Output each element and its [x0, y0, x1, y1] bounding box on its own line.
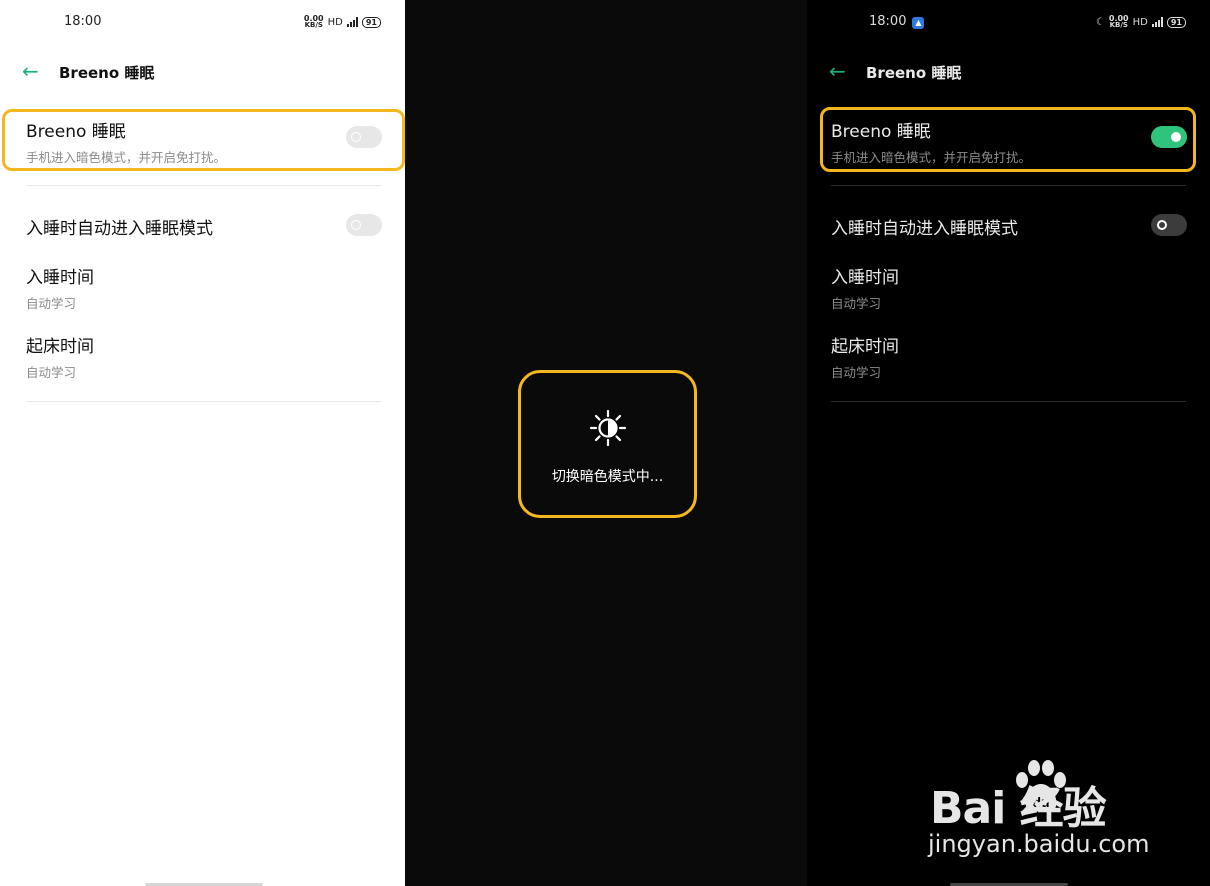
battery-icon: 91: [361, 16, 381, 28]
divider: [26, 401, 381, 402]
hd-icon: HD: [327, 16, 343, 28]
status-icons: ☾ 0.00 KB/S HD 91: [1096, 15, 1186, 29]
watermark-brand: Bai 经验: [930, 783, 1107, 834]
breeno-sleep-setting[interactable]: Breeno 睡眠 手机进入暗色模式，并开启免打扰。: [831, 117, 1186, 166]
dark-mode-toast: 切换暗色模式中...: [518, 370, 697, 518]
setting-label: 入睡时自动进入睡眠模式: [26, 219, 213, 239]
hd-icon: HD: [1132, 16, 1148, 28]
status-bar: 18:00 0.00 KB/S HD 91: [0, 14, 405, 32]
back-arrow-icon[interactable]: ←: [829, 61, 849, 82]
moon-icon: ☾: [1095, 16, 1105, 28]
setting-description: 手机进入暗色模式，并开启免打扰。: [26, 150, 227, 165]
brightness-icon: [589, 409, 627, 447]
setting-label: 入睡时间: [26, 268, 94, 288]
setting-value: 自动学习: [26, 296, 77, 311]
wake-time-setting[interactable]: 起床时间 自动学习: [831, 332, 1186, 381]
bedtime-setting[interactable]: 入睡时间 自动学习: [26, 263, 381, 312]
setting-description: 手机进入暗色模式，并开启免打扰。: [831, 150, 1032, 165]
status-bar: 18:00 ▲ ☾ 0.00 KB/S HD 91: [807, 14, 1210, 32]
setting-value: 自动学习: [26, 365, 77, 380]
setting-value: 自动学习: [831, 365, 882, 380]
battery-icon: 91: [1166, 16, 1186, 28]
auto-sleep-toggle[interactable]: [346, 214, 382, 236]
divider: [26, 185, 381, 186]
bedtime-setting[interactable]: 入睡时间 自动学习: [831, 263, 1186, 312]
page-header: ← Breeno 睡眠: [829, 60, 1190, 84]
signal-icon: [346, 17, 358, 27]
setting-value: 自动学习: [831, 296, 882, 311]
page-header: ← Breeno 睡眠: [22, 60, 385, 84]
page-title: Breeno 睡眠: [59, 63, 155, 82]
breeno-sleep-toggle[interactable]: [346, 126, 382, 148]
breeno-sleep-toggle[interactable]: [1151, 126, 1187, 148]
back-arrow-icon[interactable]: ←: [22, 61, 42, 82]
dark-mode-screen: 18:00 ▲ ☾ 0.00 KB/S HD 91 ← Breeno 睡眠 Bre…: [807, 0, 1210, 886]
setting-label: 起床时间: [831, 337, 899, 357]
divider: [831, 185, 1186, 186]
watermark-url: jingyan.baidu.com: [928, 830, 1150, 858]
divider: [831, 401, 1186, 402]
auto-sleep-setting[interactable]: 入睡时自动进入睡眠模式: [26, 214, 381, 239]
auto-sleep-toggle[interactable]: [1151, 214, 1187, 236]
auto-sleep-setting[interactable]: 入睡时自动进入睡眠模式: [831, 214, 1186, 239]
setting-label: Breeno 睡眠: [26, 122, 126, 142]
setting-label: 起床时间: [26, 337, 94, 357]
status-time: 18:00 ▲: [869, 14, 925, 29]
wake-time-setting[interactable]: 起床时间 自动学习: [26, 332, 381, 381]
setting-label: 入睡时间: [831, 268, 899, 288]
breeno-sleep-setting[interactable]: Breeno 睡眠 手机进入暗色模式，并开启免打扰。: [26, 117, 381, 166]
app-notification-icon: ▲: [912, 17, 925, 29]
signal-icon: [1151, 17, 1163, 27]
network-speed: 0.00 KB/S: [1108, 14, 1129, 29]
network-speed: 0.00 KB/S: [303, 14, 324, 29]
page-title: Breeno 睡眠: [866, 63, 962, 82]
switching-screen: 切换暗色模式中...: [405, 0, 807, 886]
setting-label: Breeno 睡眠: [831, 122, 931, 142]
setting-label: 入睡时自动进入睡眠模式: [831, 219, 1018, 239]
status-time: 18:00: [64, 14, 102, 29]
light-mode-screen: 18:00 0.00 KB/S HD 91 ← Breeno 睡眠 Breeno…: [0, 0, 405, 886]
toast-message: 切换暗色模式中...: [551, 469, 664, 485]
status-icons: 0.00 KB/S HD 91: [304, 15, 381, 29]
